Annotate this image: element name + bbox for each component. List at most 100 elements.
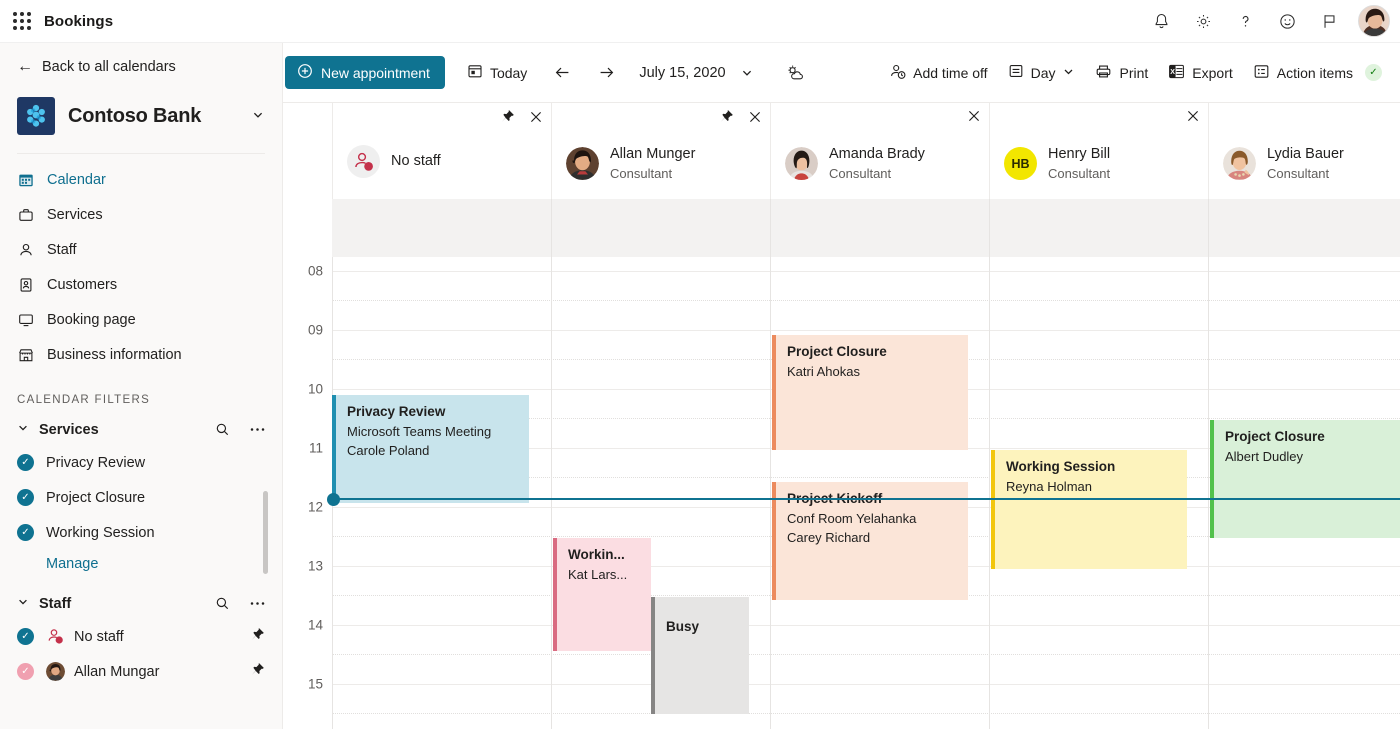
bell-icon[interactable] <box>1142 2 1180 40</box>
column-staff-role: Consultant <box>1267 165 1344 183</box>
hour-label: 14 <box>308 618 323 633</box>
column-header-allan-munger: Allan Munger Consultant <box>551 103 770 199</box>
more-options-icon[interactable] <box>250 601 265 606</box>
add-time-off-button[interactable]: Add time off <box>879 55 997 91</box>
sidebar-item-calendar[interactable]: Calendar <box>0 162 282 197</box>
filter-group-actions <box>215 596 265 611</box>
column-header-body: Lydia Bauer Consultant <box>1223 145 1344 182</box>
hour-label: 11 <box>309 441 323 456</box>
sidebar-item-label: Staff <box>47 242 77 258</box>
filter-group-services[interactable]: Services <box>0 414 282 445</box>
more-options-icon[interactable] <box>250 427 265 432</box>
smiley-icon[interactable] <box>1268 2 1306 40</box>
sidebar-item-label: Customers <box>47 277 117 293</box>
close-icon[interactable] <box>1186 109 1200 123</box>
action-items-button[interactable]: Action items ✓ <box>1243 55 1392 91</box>
print-icon <box>1095 63 1112 83</box>
event-project-closure-amanda[interactable]: Project Closure Katri Ahokas <box>772 335 968 450</box>
filter-item-project-closure[interactable]: ✓ Project Closure <box>0 480 282 515</box>
current-date-label: July 15, 2020 <box>639 65 725 81</box>
event-detail: Katri Ahokas <box>787 362 958 382</box>
pin-icon[interactable] <box>719 109 734 124</box>
command-bar: New appointment Today July 15, 2020 <box>283 43 1400 103</box>
new-appointment-button[interactable]: New appointment <box>285 56 445 89</box>
chevron-down-icon <box>1062 65 1075 81</box>
event-detail: Reyna Holman <box>1006 477 1177 497</box>
column-staff-role: Consultant <box>829 165 925 183</box>
event-working-session-truncated[interactable]: Workin... Kat Lars... <box>553 538 651 651</box>
column-staff-name: No staff <box>391 152 441 172</box>
today-button[interactable]: Today <box>457 55 537 91</box>
command-bar-right: Add time off Day <box>879 55 1392 91</box>
waffle-icon[interactable] <box>0 12 44 30</box>
sidebar-item-customers[interactable]: Customers <box>0 267 282 302</box>
sidebar-scrollbar-thumb[interactable] <box>263 491 268 574</box>
account-avatar[interactable] <box>1358 5 1390 37</box>
filter-item-privacy-review[interactable]: ✓ Privacy Review <box>0 445 282 480</box>
sidebar-item-services[interactable]: Services <box>0 197 282 232</box>
help-icon[interactable] <box>1226 2 1264 40</box>
event-title: Project Closure <box>1225 427 1390 447</box>
today-icon <box>467 63 483 82</box>
column-header-henry-bill: HB Henry Bill Consultant <box>989 103 1208 199</box>
filter-group-label: Staff <box>39 596 71 612</box>
print-label: Print <box>1119 65 1148 81</box>
filter-group-label: Services <box>39 422 99 438</box>
sidebar-item-business-information[interactable]: Business information <box>0 337 282 372</box>
event-working-session-henry[interactable]: Working Session Reyna Holman <box>991 450 1187 569</box>
close-icon[interactable] <box>529 110 543 124</box>
close-icon[interactable] <box>748 110 762 124</box>
calendar-grid-body[interactable]: Privacy Review Microsoft Teams Meeting C… <box>332 257 1400 729</box>
time-gutter: 08 09 10 11 12 13 14 15 <box>283 257 332 729</box>
event-detail: Albert Dudley <box>1225 447 1390 467</box>
event-busy[interactable]: Busy <box>651 597 749 714</box>
sidebar-item-staff[interactable]: Staff <box>0 232 282 267</box>
previous-day-button[interactable] <box>545 56 579 90</box>
add-time-off-label: Add time off <box>913 65 987 81</box>
filter-item-allan-mungar[interactable]: ✓ Allan Mungar <box>0 654 282 689</box>
half-hour-gridline <box>332 713 1400 714</box>
no-staff-icon: ? <box>46 627 65 646</box>
export-button[interactable]: X Export <box>1158 55 1242 91</box>
back-to-all-calendars-link[interactable]: ← Back to all calendars <box>0 43 282 91</box>
filter-item-no-staff[interactable]: ✓ ? No staff <box>0 619 282 654</box>
sidebar-item-label: Calendar <box>47 172 106 188</box>
search-icon[interactable] <box>215 596 230 611</box>
close-icon[interactable] <box>967 109 981 123</box>
weather-icon[interactable] <box>778 56 812 90</box>
manage-services-link[interactable]: Manage <box>0 550 282 578</box>
column-header-body: HB Henry Bill Consultant <box>1004 145 1110 182</box>
app-title: Bookings <box>44 13 113 30</box>
pin-icon[interactable] <box>500 109 515 124</box>
event-detail: Carole Poland <box>347 441 519 461</box>
all-day-row[interactable] <box>332 199 1400 257</box>
filter-item-label: Allan Mungar <box>74 664 159 680</box>
view-selector-button[interactable]: Day <box>998 55 1086 91</box>
checkbox-checked-icon: ✓ <box>17 628 34 645</box>
avatar <box>566 147 599 180</box>
svg-text:?: ? <box>58 638 61 644</box>
filter-group-staff[interactable]: Staff <box>0 588 282 619</box>
column-staff-name: Henry Bill <box>1048 145 1110 165</box>
event-privacy-review[interactable]: Privacy Review Microsoft Teams Meeting C… <box>332 395 529 503</box>
svg-text:X: X <box>1171 69 1176 76</box>
pin-icon[interactable] <box>250 662 265 681</box>
sidebar-item-booking-page[interactable]: Booking page <box>0 302 282 337</box>
calendar-grid: 08 09 10 11 12 13 14 15 <box>283 257 1400 729</box>
search-icon[interactable] <box>215 422 230 437</box>
current-time-line <box>332 498 1400 500</box>
pin-icon[interactable] <box>250 627 265 646</box>
checkbox-checked-icon: ✓ <box>17 454 34 471</box>
print-button[interactable]: Print <box>1085 55 1158 91</box>
filter-item-working-session[interactable]: ✓ Working Session <box>0 515 282 550</box>
no-staff-icon: ? <box>347 145 380 178</box>
chevron-down-icon[interactable] <box>251 108 265 125</box>
date-picker-chevron-icon[interactable] <box>730 56 764 90</box>
current-time-dot <box>327 493 340 506</box>
event-project-closure-lydia[interactable]: Project Closure Albert Dudley <box>1210 420 1400 538</box>
gear-icon[interactable] <box>1184 2 1222 40</box>
brand-row[interactable]: Contoso Bank <box>0 91 282 153</box>
flag-icon[interactable] <box>1310 2 1348 40</box>
next-day-button[interactable] <box>589 56 623 90</box>
checkbox-checked-icon: ✓ <box>17 663 34 680</box>
